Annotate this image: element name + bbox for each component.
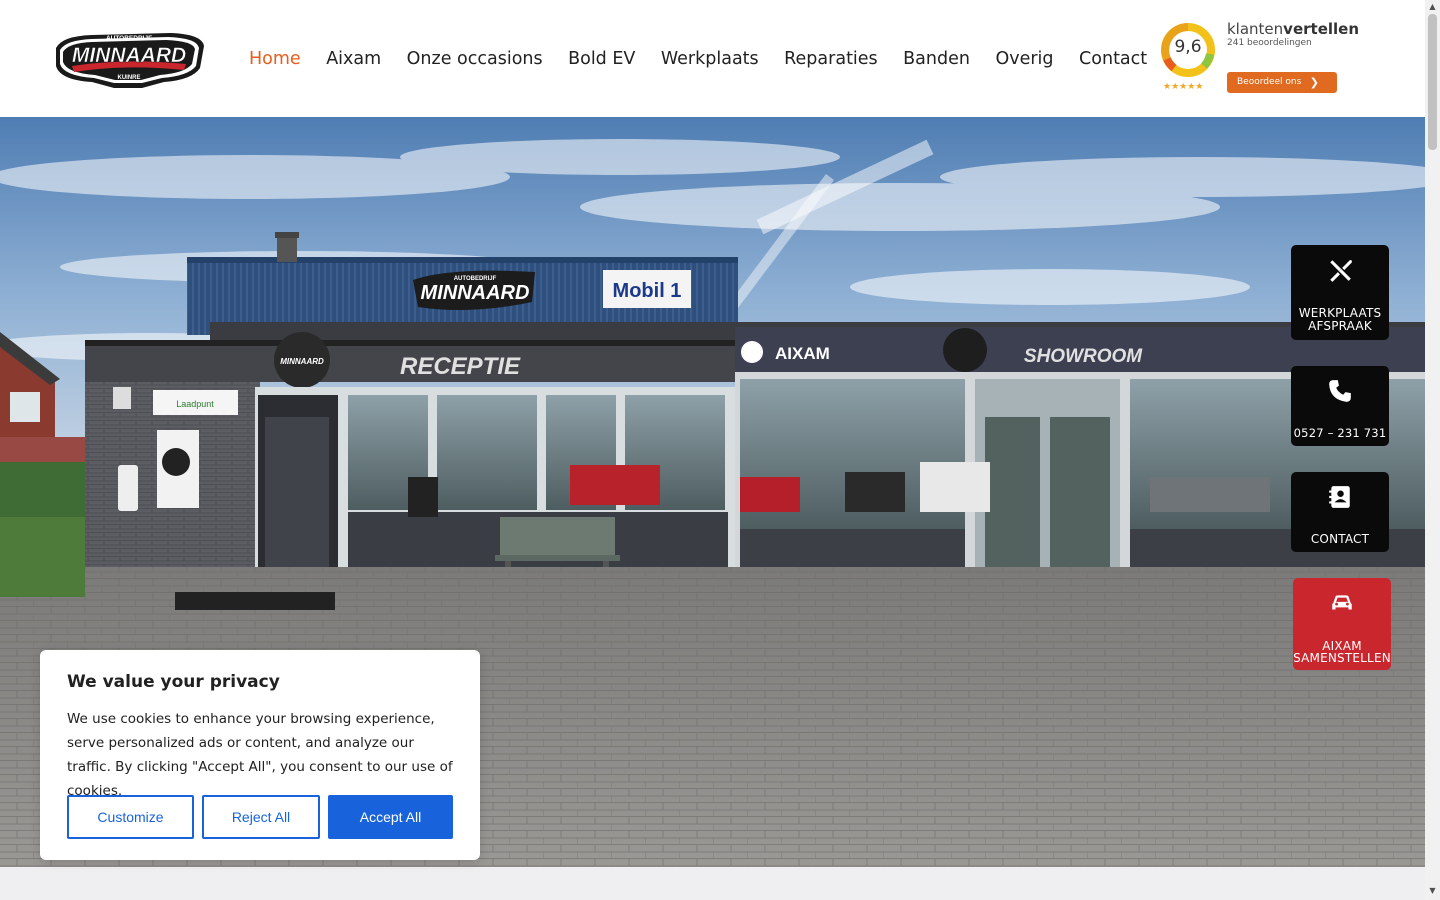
review-stars: ★★★★★ <box>1163 82 1204 92</box>
review-button[interactable]: Beoordeel ons ❯ <box>1227 72 1337 93</box>
main-nav: Home Aixam Onze occasions Bold EV Werkpl… <box>249 48 1173 70</box>
logo-top-text: AUTOBEDRIJF <box>106 35 152 42</box>
reject-all-button[interactable]: Reject All <box>202 795 320 839</box>
car-icon <box>1332 595 1352 610</box>
site-header: AUTOBEDRIJF MINNAARD KUINRE Home Aixam O… <box>0 0 1425 117</box>
logo-main-text: MINNAARD <box>72 44 186 67</box>
scroll-down-icon[interactable]: ▼ <box>1428 886 1437 896</box>
scroll-up-icon[interactable]: ▲ <box>1428 2 1437 12</box>
contact-label: CONTACT <box>1310 532 1370 546</box>
contact-button[interactable]: CONTACT <box>1291 472 1389 552</box>
content-section-start <box>0 867 1425 900</box>
phone-button[interactable]: 0527 – 231 731 <box>1291 366 1389 446</box>
tools-icon <box>1330 259 1352 282</box>
klantenvertellen-widget[interactable]: 9,6 ★★★★★ klantenvertellen 241 beoordeli… <box>1160 20 1359 94</box>
nav-banden[interactable]: Banden <box>903 48 970 70</box>
building-logo-text: MINNAARD <box>421 282 530 304</box>
nav-onze-occasions[interactable]: Onze occasions <box>407 48 543 70</box>
nav-home[interactable]: Home <box>249 48 301 70</box>
scroll-thumb[interactable] <box>1428 14 1437 150</box>
showroom-sign: SHOWROOM <box>1024 346 1143 367</box>
customize-button[interactable]: Customize <box>67 795 194 839</box>
receptie-sign: RECEPTIE <box>400 353 521 380</box>
nav-bold-ev[interactable]: Bold EV <box>568 48 635 70</box>
nav-aixam[interactable]: Aixam <box>326 48 381 70</box>
phone-icon <box>1329 380 1351 402</box>
cookie-title: We value your privacy <box>67 672 280 692</box>
werkplaats-line2: AFSPRAAK <box>1308 319 1372 333</box>
nav-overig[interactable]: Overig <box>995 48 1053 70</box>
cookie-consent-dialog: We value your privacy We use cookies to … <box>40 650 480 860</box>
page-scrollbar[interactable]: ▲ ▼ <box>1425 0 1440 900</box>
klantenvertellen-brand: klantenvertellen <box>1227 20 1359 38</box>
review-score: 9,6 <box>1174 37 1202 57</box>
nav-werkplaats[interactable]: Werkplaats <box>661 48 759 70</box>
review-count: 241 beoordelingen <box>1227 38 1312 48</box>
phone-number: 0527 – 231 731 <box>1293 426 1387 440</box>
nav-contact[interactable]: Contact <box>1079 48 1147 70</box>
building-logo-top: AUTOBEDRIJF <box>454 276 497 282</box>
cookie-text: We use cookies to enhance your browsing … <box>67 711 453 799</box>
mobil-sign-text: Mobil 1 <box>613 280 682 302</box>
laadpunt-sign: Laadpunt <box>176 399 214 409</box>
aixam-sign: AIXAM <box>775 344 830 363</box>
contact-card-icon <box>1329 486 1350 508</box>
minnaard-logo[interactable]: AUTOBEDRIJF MINNAARD KUINRE <box>52 30 206 90</box>
aixam-samenstellen-button[interactable]: AIXAM SAMENSTELLEN <box>1293 578 1391 670</box>
nav-reparaties[interactable]: Reparaties <box>784 48 878 70</box>
logo-sub-text: KUINRE <box>117 75 140 81</box>
chevron-right-icon: ❯ <box>1309 76 1319 89</box>
svg-text:MINNAARD: MINNAARD <box>280 357 324 366</box>
accept-all-button[interactable]: Accept All <box>328 795 453 839</box>
werkplaats-afspraak-button[interactable]: WERKPLAATS AFSPRAAK <box>1291 245 1389 340</box>
aixam-line2: SAMENSTELLEN <box>1293 651 1391 665</box>
